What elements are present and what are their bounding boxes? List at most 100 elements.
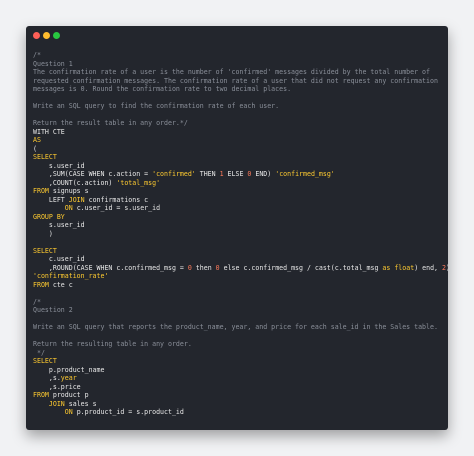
code-token: cte c	[48, 280, 73, 289]
code-line: WITH CTE	[33, 128, 444, 137]
close-dot-icon[interactable]	[33, 32, 40, 39]
code-token: */	[33, 348, 45, 357]
code-token: ,s.	[33, 374, 61, 382]
code-line: )	[33, 230, 444, 239]
code-line: c.user_id	[33, 255, 444, 264]
code-line: Return the resulting table in any order.	[33, 340, 444, 349]
code-token: (	[33, 144, 37, 153]
code-line: 'confirmation_rate'	[33, 272, 444, 281]
code-line: Return the result table in any order.*/	[33, 119, 444, 128]
code-line: FROM product p	[33, 391, 444, 400]
code-token: ,s.price	[33, 382, 81, 391]
code-token: SELECT	[33, 357, 57, 365]
code-line: /*	[33, 51, 444, 60]
code-line: */	[33, 349, 444, 358]
code-line: Question 1	[33, 60, 444, 69]
code-token: p.product_id = s.product_id	[72, 408, 184, 416]
code-block: /* Question 1 The confirmation rate of a u…	[33, 51, 448, 417]
code-token: c.user_id	[33, 255, 85, 263]
code-token: Question 1	[33, 59, 73, 68]
code-line: ,SUM(CASE WHEN c.action = 'confirmed' TH…	[33, 170, 444, 179]
code-token: ,COUNT(c.action)	[33, 178, 117, 187]
code-token: Return the result table in any order.*/	[33, 119, 188, 127]
code-line: SELECT	[33, 153, 444, 162]
code-token: GROUP BY	[33, 212, 65, 221]
code-token: s.user_id	[33, 161, 85, 170]
code-token: 'total_msg'	[116, 178, 161, 187]
code-line: FROM signups s	[33, 187, 444, 196]
code-token: ON	[64, 204, 73, 212]
code-line: SELECT	[33, 247, 444, 256]
code-token: requested confirmation messages. The con…	[33, 76, 438, 85]
code-line: AS	[33, 136, 444, 145]
code-token: messages is 0. Round the confirmation ra…	[33, 85, 292, 93]
code-token: ,ROUND(CASE WHEN c.confirmed_msg =	[33, 263, 188, 272]
minimize-dot-icon[interactable]	[43, 32, 50, 39]
code-window: /* Question 1 The confirmation rate of a u…	[26, 26, 448, 430]
code-token: THEN	[195, 170, 220, 178]
code-token: c.user_id = s.user_id	[72, 204, 161, 212]
code-token: Return the resulting table in any order.	[33, 340, 192, 348]
code-token: ,SUM(CASE WHEN c.action =	[33, 170, 153, 178]
code-token: 'confirmation_rate'	[33, 272, 109, 280]
code-token: WITH CTE	[33, 127, 65, 136]
code-token: Write an SQL query to find the confirmat…	[33, 102, 280, 110]
code-token: Question 2	[33, 306, 73, 314]
code-token: else c.confirmed_msg / cast(c.total_msg	[219, 263, 383, 272]
code-line: Question 2	[33, 306, 444, 315]
code-token: ON	[64, 408, 73, 416]
code-token: )	[446, 264, 448, 272]
code-token: AS	[33, 136, 41, 144]
code-line: ,ROUND(CASE WHEN c.confirmed_msg = 0 the…	[33, 263, 448, 273]
code-line: (	[33, 145, 444, 154]
code-token: /*	[33, 51, 41, 59]
code-token: p.product_name	[33, 365, 105, 374]
code-line: ,s.year	[33, 374, 444, 383]
window-titlebar	[26, 26, 448, 46]
code-line: p.product_name	[33, 366, 444, 375]
code-token: FROM	[33, 187, 49, 195]
code-line: s.user_id	[33, 162, 444, 171]
code-token: END)	[251, 170, 276, 178]
code-line: The confirmation rate of a user is the n…	[33, 68, 444, 77]
code-token: s.user_id	[33, 221, 85, 229]
code-token: /*	[33, 297, 41, 306]
code-line: ON p.product_id = s.product_id	[33, 408, 444, 417]
code-token: then	[191, 263, 216, 272]
code-line: ON c.user_id = s.user_id	[33, 204, 444, 213]
code-token: ELSE	[223, 170, 248, 178]
code-token: sales s	[64, 399, 97, 408]
code-line: requested confirmation messages. The con…	[33, 77, 444, 86]
code-token: JOIN	[48, 399, 65, 408]
code-token: ) end,	[414, 263, 442, 272]
code-line: JOIN sales s	[33, 400, 444, 409]
code-line: SELECT	[33, 357, 444, 366]
code-line: ,COUNT(c.action) 'total_msg'	[33, 179, 444, 188]
code-token: 'confirmed_msg'	[275, 170, 335, 178]
code-line: Write an SQL query that reports the prod…	[33, 323, 444, 332]
code-line: messages is 0. Round the confirmation ra…	[33, 85, 444, 94]
code-token: FROM	[33, 391, 49, 399]
code-token: product p	[48, 391, 89, 399]
code-token: float	[394, 263, 415, 272]
code-token: JOIN	[68, 195, 85, 204]
code-token: signups s	[48, 187, 89, 195]
code-token: SELECT	[33, 153, 57, 161]
maximize-dot-icon[interactable]	[53, 32, 60, 39]
code-line: s.user_id	[33, 221, 444, 230]
code-line: /*	[33, 298, 444, 307]
code-line: LEFT JOIN confirmations c	[33, 196, 444, 205]
code-line: ,s.price	[33, 383, 444, 392]
code-line: GROUP BY	[33, 213, 444, 222]
code-token: The confirmation rate of a user is the n…	[33, 68, 430, 76]
code-line: Write an SQL query to find the confirmat…	[33, 102, 444, 111]
code-token: confirmations c	[84, 195, 149, 204]
